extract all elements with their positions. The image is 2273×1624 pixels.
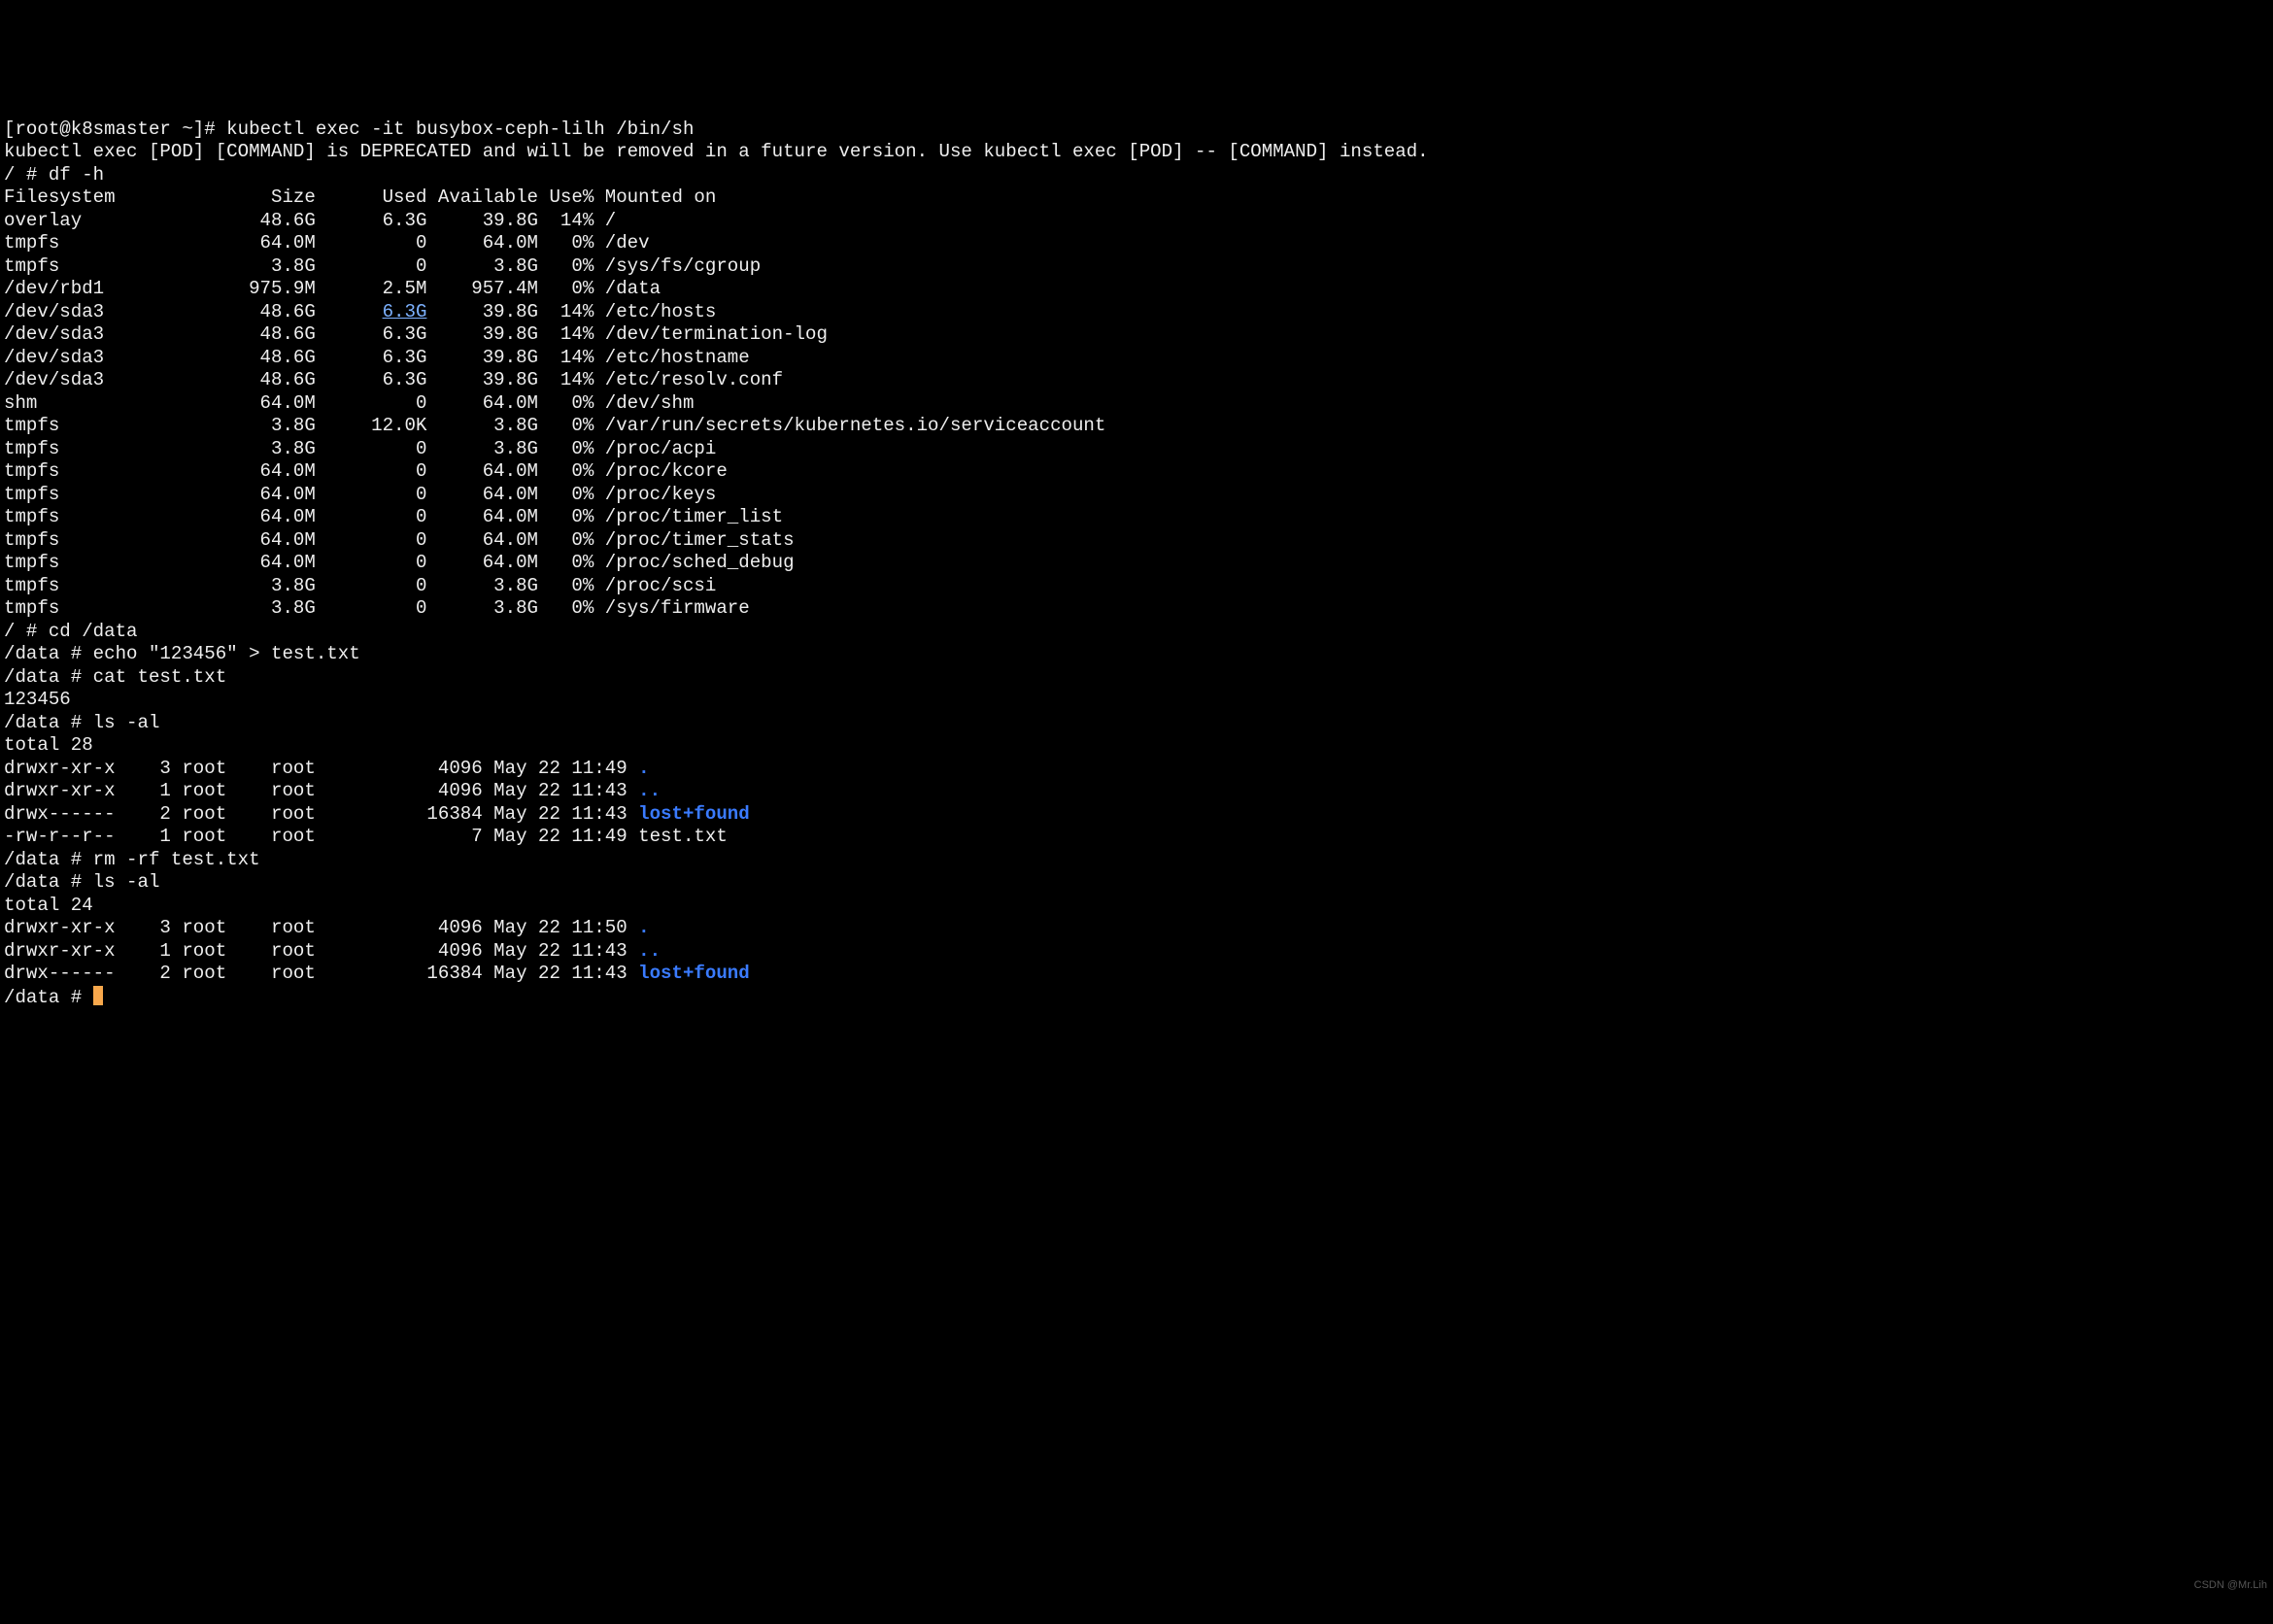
command-df: / # df -h <box>4 164 104 186</box>
command-rm: /data # rm -rf test.txt <box>4 849 260 870</box>
ls-total: total 28 <box>4 734 93 756</box>
command-echo: /data # echo "123456" > test.txt <box>4 643 360 664</box>
df-row: tmpfs 3.8G 0 3.8G 0% /proc/scsi <box>4 575 716 596</box>
command-ls: /data # ls -al <box>4 712 159 733</box>
cursor-icon <box>93 986 103 1005</box>
deprecated-warning: kubectl exec [POD] [COMMAND] is DEPRECAT… <box>4 141 1429 162</box>
ls-dir-name: lost+found <box>638 803 750 825</box>
ls-dir-name: lost+found <box>638 963 750 984</box>
command-cd: / # cd /data <box>4 621 138 642</box>
df-row: /dev/sda3 48.6G 6.3G 39.8G 14% /etc/host… <box>4 347 750 368</box>
df-row: tmpfs 64.0M 0 64.0M 0% /proc/timer_stats <box>4 529 795 551</box>
ls-dir-name: .. <box>638 940 661 962</box>
df-row: tmpfs 64.0M 0 64.0M 0% /proc/keys <box>4 484 716 505</box>
ls-row: drwxr-xr-x 1 root root 4096 May 22 11:43… <box>4 780 661 801</box>
df-row: overlay 48.6G 6.3G 39.8G 14% / <box>4 210 616 231</box>
ls-total: total 24 <box>4 895 93 916</box>
df-used-highlight: 6.3G <box>383 301 427 322</box>
df-row: tmpfs 64.0M 0 64.0M 0% /proc/sched_debug <box>4 552 795 573</box>
ls-row: drwxr-xr-x 3 root root 4096 May 22 11:49… <box>4 758 650 779</box>
ls-row: drwxr-xr-x 3 root root 4096 May 22 11:50… <box>4 917 650 938</box>
ls-dir-name: . <box>638 758 649 779</box>
df-row: /dev/sda3 48.6G 6.3G 39.8G 14% /etc/host… <box>4 301 716 322</box>
df-row: tmpfs 3.8G 0 3.8G 0% /proc/acpi <box>4 438 716 459</box>
df-row: shm 64.0M 0 64.0M 0% /dev/shm <box>4 392 694 414</box>
ls-row: -rw-r--r-- 1 root root 7 May 22 11:49 te… <box>4 826 728 847</box>
ls-dir-name: .. <box>638 780 661 801</box>
ls-row: drwx------ 2 root root 16384 May 22 11:4… <box>4 803 750 825</box>
ls-dir-name: . <box>638 917 649 938</box>
df-row: /dev/sda3 48.6G 6.3G 39.8G 14% /dev/term… <box>4 323 828 345</box>
df-header: Filesystem Size Used Available Use% Moun… <box>4 186 716 208</box>
prompt-line: [root@k8smaster ~]# kubectl exec -it bus… <box>4 118 694 140</box>
command-cat: /data # cat test.txt <box>4 666 226 688</box>
prompt-end: /data # <box>4 987 93 1008</box>
df-row: tmpfs 3.8G 12.0K 3.8G 0% /var/run/secret… <box>4 415 1105 436</box>
cat-output: 123456 <box>4 689 71 710</box>
df-row: /dev/sda3 48.6G 6.3G 39.8G 14% /etc/reso… <box>4 369 783 390</box>
df-row: tmpfs 64.0M 0 64.0M 0% /proc/timer_list <box>4 506 783 527</box>
df-row: tmpfs 3.8G 0 3.8G 0% /sys/firmware <box>4 597 750 619</box>
df-row: /dev/rbd1 975.9M 2.5M 957.4M 0% /data <box>4 278 661 299</box>
command-ls: /data # ls -al <box>4 871 159 893</box>
ls-row: drwx------ 2 root root 16384 May 22 11:4… <box>4 963 750 984</box>
df-row: tmpfs 64.0M 0 64.0M 0% /proc/kcore <box>4 460 728 482</box>
terminal[interactable]: [root@k8smaster ~]# kubectl exec -it bus… <box>0 115 2273 1010</box>
watermark: CSDN @Mr.Lih <box>2194 1574 2267 1598</box>
ls-row: drwxr-xr-x 1 root root 4096 May 22 11:43… <box>4 940 661 962</box>
df-row: tmpfs 64.0M 0 64.0M 0% /dev <box>4 232 650 254</box>
df-row: tmpfs 3.8G 0 3.8G 0% /sys/fs/cgroup <box>4 255 761 277</box>
